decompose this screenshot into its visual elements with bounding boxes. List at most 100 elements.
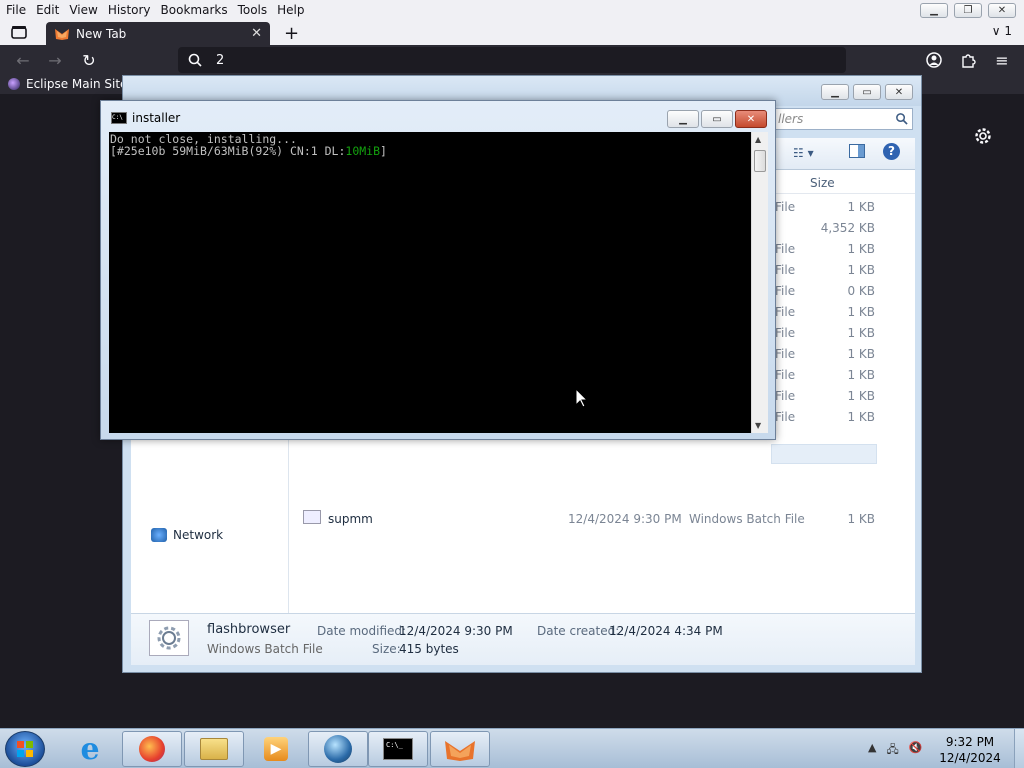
menu-file[interactable]: File: [0, 3, 31, 17]
file-date-supmm: 12/4/2024 9:30 PM: [568, 512, 682, 526]
file-type-cell: File: [775, 347, 796, 361]
details-file-name: flashbrowser: [207, 622, 291, 637]
batch-file-icon: [303, 510, 321, 524]
bookmark-label: Eclipse Main Site: [26, 77, 128, 91]
console-maximize-button[interactable]: ▭: [701, 110, 733, 128]
firefox-view-icon[interactable]: [10, 24, 28, 40]
tab-close-icon[interactable]: ✕: [251, 26, 262, 41]
list-all-tabs-button[interactable]: ∨ 1: [992, 24, 1012, 38]
clock-time: 9:32 PM: [945, 735, 995, 749]
progress-close-bracket: ]: [380, 144, 387, 158]
file-size-cell: 4,352 KB: [820, 221, 875, 235]
console-output[interactable]: Do not close, installing... [#25e10b 59M…: [109, 132, 751, 433]
file-size-cell: 1 KB: [847, 389, 875, 403]
file-type-supmm: Windows Batch File: [689, 512, 805, 526]
bookmark-eclipse[interactable]: Eclipse Main Site: [8, 77, 127, 91]
size-column-header[interactable]: Size: [810, 176, 835, 190]
console-close-button[interactable]: ✕: [735, 110, 767, 128]
explorer-close-button[interactable]: ✕: [885, 84, 913, 100]
show-desktop-button[interactable]: [1014, 729, 1024, 768]
scroll-up-icon[interactable]: ▲: [755, 135, 761, 144]
navigation-toolbar: ← → ↻ 2 ≡: [0, 45, 1024, 74]
installer-console-window: C:\ installer ▁ ▭ ✕ Do not close, instal…: [100, 100, 776, 440]
nav-network[interactable]: Network: [151, 528, 223, 542]
volume-muted-icon[interactable]: 🔇: [909, 741, 923, 760]
forward-arrow-icon[interactable]: →: [46, 51, 64, 70]
console-icon: C:\: [111, 112, 127, 124]
menu-help[interactable]: Help: [272, 3, 309, 17]
explorer-search-box[interactable]: llers: [773, 108, 913, 130]
mouse-cursor-icon: [576, 389, 588, 408]
network-label: Network: [173, 528, 224, 542]
details-pane: flashbrowser Windows Batch File Date mod…: [131, 613, 915, 665]
file-type-cell: File: [775, 263, 796, 277]
console-scrollbar[interactable]: ▲ ▼: [751, 132, 768, 433]
url-bar[interactable]: 2: [178, 47, 846, 73]
network-icon: [151, 528, 167, 542]
internet-explorer-icon[interactable]: e: [60, 731, 120, 767]
menu-history[interactable]: History: [103, 3, 156, 17]
file-size-cell: 1 KB: [847, 200, 875, 214]
download-speed: 10MiB: [345, 144, 381, 158]
progress-text: [#25e10b 59MiB/63MiB(92%) CN:1 DL:: [110, 144, 346, 158]
account-icon[interactable]: [925, 51, 943, 69]
menu-view[interactable]: View: [64, 3, 102, 17]
console-title-bar: C:\ installer: [111, 111, 180, 125]
file-size-cell: 1 KB: [847, 305, 875, 319]
file-explorer-taskbar-icon[interactable]: [184, 731, 244, 767]
details-file-kind: Windows Batch File: [207, 642, 323, 656]
help-icon[interactable]: ?: [883, 143, 900, 160]
gear-icon[interactable]: [973, 126, 993, 146]
console-line-2: [#25e10b 59MiB/63MiB(92%) CN:1 DL:10MiB]: [110, 145, 750, 157]
menu-edit[interactable]: Edit: [31, 3, 64, 17]
console-title: installer: [132, 111, 181, 125]
restore-button[interactable]: ❐: [954, 3, 982, 18]
reload-icon[interactable]: ↻: [80, 51, 98, 70]
file-type-cell: File: [775, 326, 796, 340]
menu-tools[interactable]: Tools: [233, 3, 273, 17]
minimize-button[interactable]: ▁: [920, 3, 948, 18]
fox-favicon-icon: [55, 28, 69, 40]
explorer-window-controls: ▁ ▭ ✕: [821, 84, 913, 100]
size-label: Size:: [372, 642, 401, 656]
file-type-cell: File: [775, 200, 796, 214]
tab-new-tab[interactable]: New Tab ✕: [46, 22, 270, 45]
firefox-taskbar-icon[interactable]: [122, 731, 182, 767]
search-icon[interactable]: [895, 112, 908, 125]
scroll-thumb[interactable]: [754, 150, 766, 172]
extensions-icon[interactable]: [959, 51, 977, 69]
file-size-cell: 1 KB: [847, 347, 875, 361]
scroll-down-icon[interactable]: ▼: [755, 421, 761, 430]
size-value: 415 bytes: [399, 642, 459, 656]
explorer-maximize-button[interactable]: ▭: [853, 84, 881, 100]
file-size-cell: 1 KB: [847, 368, 875, 382]
command-prompt-taskbar-icon[interactable]: C:\_: [368, 731, 428, 767]
media-player-icon[interactable]: ▶: [246, 731, 306, 767]
start-button-windows-icon[interactable]: [5, 731, 45, 767]
menu-bookmarks[interactable]: Bookmarks: [156, 3, 233, 17]
file-size-cell: 0 KB: [847, 284, 875, 298]
hamburger-menu-icon[interactable]: ≡: [993, 51, 1011, 70]
eclipse-icon: [8, 78, 20, 90]
console-minimize-button[interactable]: ▁: [667, 110, 699, 128]
file-size-cell: 1 KB: [847, 263, 875, 277]
new-tab-plus-icon[interactable]: +: [284, 23, 299, 44]
tab-title: New Tab: [76, 26, 127, 41]
all-tabs-count: 1: [1004, 24, 1012, 38]
globe-app-taskbar-icon[interactable]: [308, 731, 368, 767]
close-button[interactable]: ✕: [988, 3, 1016, 18]
system-clock[interactable]: 9:32 PM 12/4/2024: [935, 734, 1005, 766]
date-created-label: Date created:: [537, 624, 620, 638]
date-modified-value: 12/4/2024 9:30 PM: [399, 624, 513, 638]
preview-pane-icon[interactable]: [849, 144, 865, 158]
explorer-minimize-button[interactable]: ▁: [821, 84, 849, 100]
file-name-supmm[interactable]: supmm: [328, 512, 373, 526]
file-type-cell: File: [775, 368, 796, 382]
fox-installer-taskbar-icon[interactable]: [430, 731, 490, 767]
batch-file-gear-icon: [149, 620, 189, 656]
view-options-icon[interactable]: ☷ ▾: [793, 146, 814, 160]
network-tray-icon[interactable]: 🖧: [886, 741, 898, 760]
show-hidden-icons-icon[interactable]: ▲: [868, 741, 876, 760]
browser-window-controls: ▁ ❐ ✕: [920, 3, 1016, 18]
back-arrow-icon[interactable]: ←: [14, 51, 32, 70]
